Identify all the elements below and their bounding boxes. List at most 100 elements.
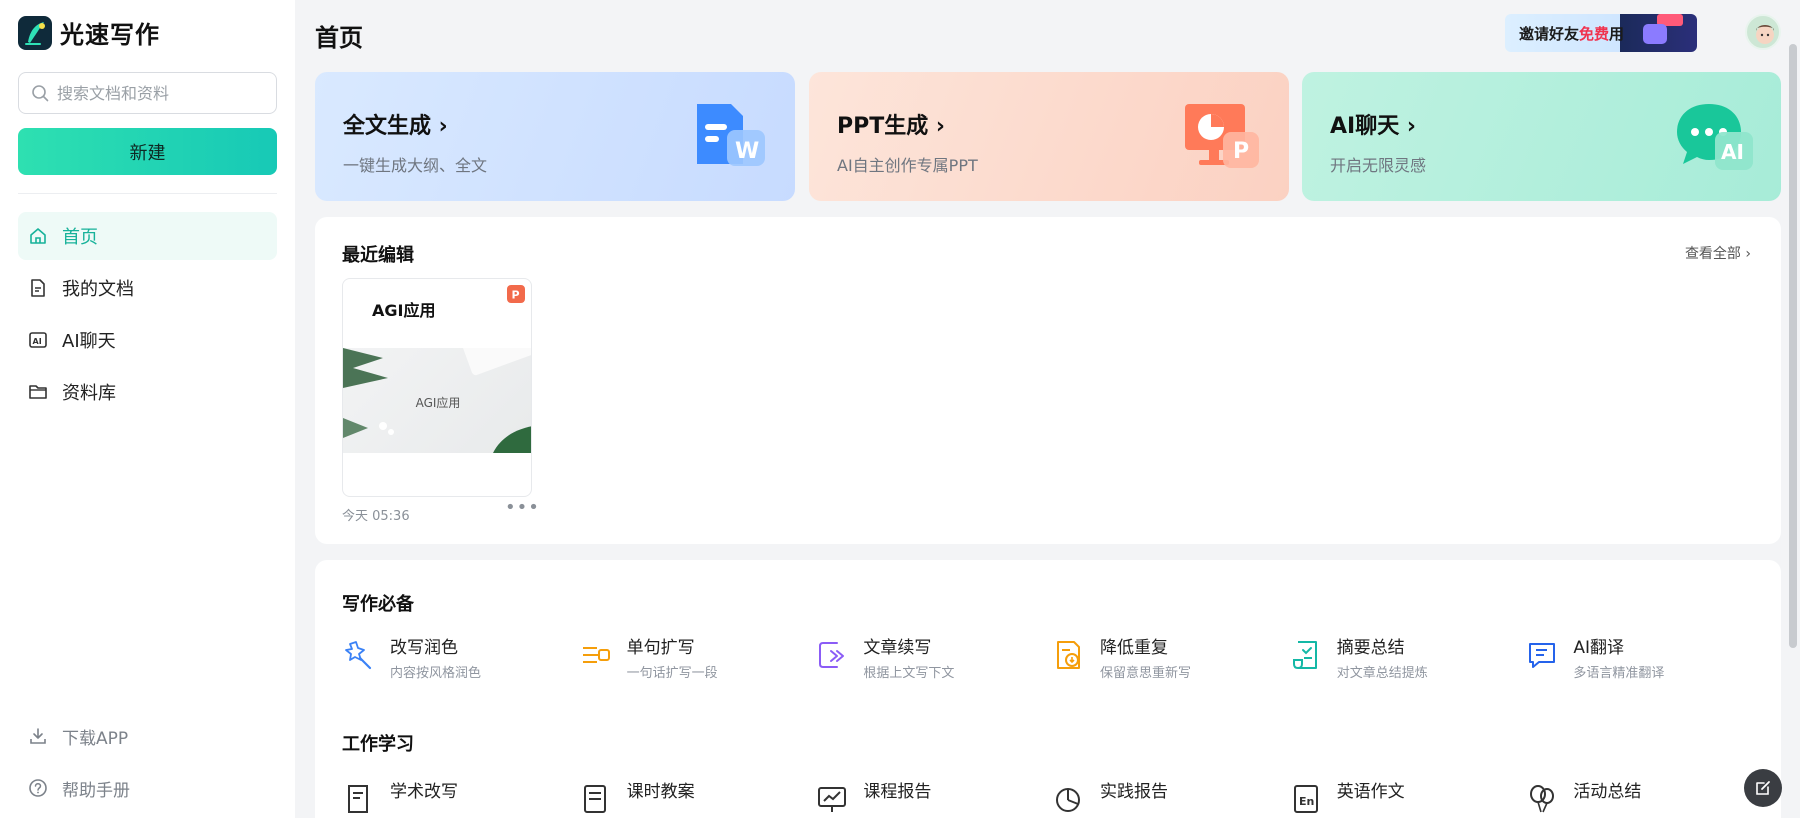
search-box[interactable] [18, 72, 277, 114]
card-title: PPT生成 [837, 114, 929, 139]
svg-text:P: P [512, 289, 520, 302]
summary-icon [1292, 641, 1317, 670]
tool-name: 单句扩写 [626, 638, 695, 658]
tool-activity-summary[interactable]: 活动总结 [1525, 782, 1762, 816]
section-title-writing: 写作必备 [342, 594, 414, 615]
svg-text:AI: AI [33, 337, 42, 346]
tool-course-report[interactable]: 课程报告 [815, 782, 1052, 816]
doc-thumbnail-text: AGI应用 [415, 396, 461, 410]
new-button[interactable]: 新建 [18, 128, 277, 175]
tool-article-continue[interactable]: 文章续写根据上文写下文 [815, 638, 1052, 681]
app-logo[interactable]: 光速写作 [18, 15, 160, 50]
sidebar-nav: 首页 我的文档 AI AI聊天 资料库 [18, 212, 277, 420]
sidebar-item-label: 首页 [62, 227, 98, 248]
svg-text:W: W [735, 139, 759, 164]
tool-ai-translate[interactable]: AI翻译 多语言精准翻译 [1525, 638, 1762, 681]
tool-name: 降低重复 [1100, 638, 1169, 658]
ai-bubble-icon: AI [1677, 104, 1753, 170]
tool-name: 改写润色 [390, 638, 458, 658]
report-icon [818, 787, 847, 812]
app-name: 光速写作 [60, 21, 160, 49]
tool-practice-report[interactable]: 实践报告 [1052, 782, 1289, 816]
doc-timestamp: 今天 05:36 [342, 509, 410, 524]
tool-desc: 内容按风格润色 [390, 666, 482, 681]
tool-name: 学术改写 [390, 782, 458, 802]
tool-summary[interactable]: 摘要总结对文章总结提炼 [1289, 638, 1526, 681]
download-icon [30, 728, 46, 744]
invite-banner[interactable]: 邀请好友 免费用 [1505, 14, 1697, 52]
magic-wand-icon [345, 641, 372, 670]
tool-reduce-duplicate[interactable]: 降低重复 保留意思重新写 [1052, 638, 1289, 681]
tool-name: 文章续写 [863, 638, 932, 658]
doc-title: AGI应用 [372, 301, 436, 320]
tool-rewrite-polish[interactable]: 改写润色内容按风格润色 [342, 638, 579, 681]
tool-lesson-plan[interactable]: 课时教案 [579, 782, 816, 816]
sidebar-item-home[interactable]: 首页 [18, 212, 277, 260]
card-ai-chat[interactable]: AI聊天 › 开启无限灵感 AI [1302, 72, 1781, 201]
svg-text:P: P [1233, 139, 1249, 164]
invite-suffix: 用 [1609, 24, 1625, 43]
tool-row-work: 学术改写 课时教案 课程报告 实践报告 En 英语作文 活动总结 [342, 782, 1762, 816]
sidebar-item-label: AI聊天 [62, 331, 116, 352]
more-options-icon[interactable]: ••• [505, 497, 540, 518]
card-fulltext[interactable]: 全文生成 › 一键生成大纲、全文 W [315, 72, 795, 201]
translate-icon [1529, 643, 1556, 668]
gift-icon [1643, 24, 1667, 44]
download-app-link[interactable]: 下载APP [18, 712, 277, 760]
recent-panel: 最近编辑 查看全部 › AGI应用 P AGI应用 今天 05:36 ••• [315, 217, 1781, 544]
pie-chart-icon [1056, 788, 1081, 812]
ppt-icon: P [1185, 104, 1259, 168]
sidebar-item-ai-chat[interactable]: AI AI聊天 [18, 316, 277, 364]
tool-name: 摘要总结 [1336, 638, 1405, 658]
invite-free: 免费 [1579, 24, 1610, 43]
sidebar-item-label: 我的文档 [62, 279, 134, 300]
english-icon: En [1293, 785, 1318, 813]
page-scrollbar[interactable] [1789, 44, 1797, 648]
view-all-link[interactable]: 查看全部 › [1685, 243, 1751, 263]
download-app-label: 下载APP [62, 728, 129, 749]
continue-icon [819, 642, 845, 668]
avatar[interactable] [1745, 14, 1781, 50]
help-manual-link[interactable]: 帮助手册 [18, 764, 277, 812]
academic-icon [348, 785, 368, 813]
svg-text:En: En [1299, 795, 1314, 808]
tool-name: 实践报告 [1100, 782, 1169, 802]
invite-prefix: 邀请好友 [1519, 24, 1580, 43]
card-ppt[interactable]: PPT生成 › AI自主创作专属PPT P [809, 72, 1289, 201]
expand-icon [582, 647, 610, 663]
tool-desc: 根据上文写下文 [863, 666, 955, 681]
sidebar-item-library[interactable]: 资料库 [18, 368, 277, 416]
card-title: AI聊天 [1330, 114, 1400, 139]
help-icon [29, 779, 47, 797]
tools-panel: 写作必备 改写润色内容按风格润色 单句扩写一句话扩写一段 文章续写根据上文写下文… [315, 560, 1781, 818]
word-doc-icon: W [697, 104, 765, 166]
doc-thumbnail: AGI应用 [343, 348, 531, 453]
sidebar-item-label: 资料库 [62, 383, 116, 404]
view-all-label: 查看全部 [1684, 246, 1741, 262]
tool-sentence-expand[interactable]: 单句扩写一句话扩写一段 [579, 638, 816, 681]
card-subtitle: 一键生成大纲、全文 [343, 156, 488, 175]
card-subtitle: 开启无限灵感 [1330, 156, 1427, 175]
card-subtitle: AI自主创作专属PPT [837, 156, 978, 175]
sidebar-divider [18, 193, 277, 194]
help-manual-label: 帮助手册 [62, 780, 130, 801]
sidebar-bottom: 下载APP 帮助手册 [18, 712, 277, 816]
section-title-work: 工作学习 [342, 734, 414, 755]
balloon-icon [1530, 785, 1555, 813]
recent-doc-card[interactable]: AGI应用 P AGI应用 [342, 278, 532, 497]
tool-academic-rewrite[interactable]: 学术改写 [342, 782, 579, 816]
sidebar-item-my-docs[interactable]: 我的文档 [18, 264, 277, 312]
card-title: 全文生成 [343, 114, 432, 139]
tool-row-writing: 改写润色内容按风格润色 单句扩写一句话扩写一段 文章续写根据上文写下文 降低重复… [342, 638, 1762, 681]
tool-name: 活动总结 [1573, 782, 1642, 802]
tool-name: 英语作文 [1336, 782, 1405, 802]
lesson-plan-icon [583, 785, 606, 813]
tool-english-essay[interactable]: En 英语作文 [1289, 782, 1526, 816]
tool-desc: 一句话扩写一段 [626, 666, 718, 681]
feedback-button[interactable] [1744, 769, 1782, 807]
tool-name: 课程报告 [863, 782, 932, 802]
search-input[interactable] [57, 83, 257, 103]
svg-text:AI: AI [1721, 140, 1744, 164]
document-icon [31, 279, 45, 297]
tool-desc: 对文章总结提炼 [1336, 666, 1428, 681]
